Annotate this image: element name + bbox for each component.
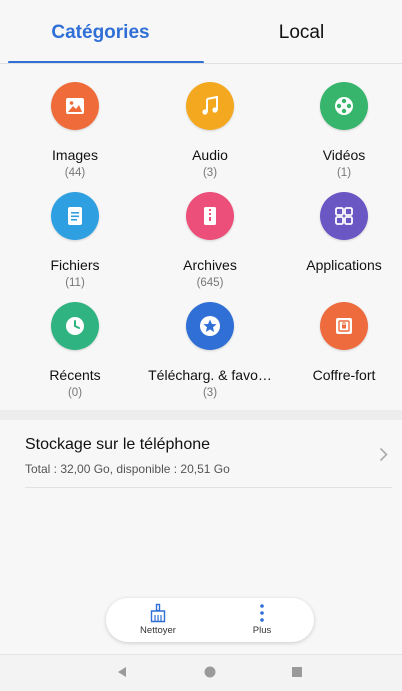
- more-vertical-icon: [260, 604, 264, 622]
- tab-divider: [0, 63, 402, 64]
- chevron-right-icon: [379, 447, 388, 462]
- star-icon: [186, 302, 234, 350]
- category-label: Images: [52, 147, 98, 163]
- category-fichiers[interactable]: Fichiers (11): [8, 192, 142, 289]
- clean-label: Nettoyer: [140, 625, 176, 636]
- category-count: (1): [336, 167, 352, 179]
- category-safe[interactable]: Coffre-fort: [277, 302, 402, 387]
- back-triangle-icon[interactable]: [115, 665, 129, 679]
- music-note-icon: [186, 82, 234, 130]
- apps-grid-icon: [320, 192, 368, 240]
- category-images[interactable]: Images (44): [8, 82, 142, 179]
- category-label: Télécharg. & favo…: [148, 367, 272, 383]
- broom-icon: [150, 603, 166, 623]
- category-downloads-favorites[interactable]: Télécharg. & favo… (3): [143, 302, 277, 399]
- storage-title: Stockage sur le téléphone: [25, 436, 211, 453]
- category-count: (44): [64, 167, 86, 179]
- image-icon: [51, 82, 99, 130]
- category-archives[interactable]: Archives (645): [143, 192, 277, 289]
- archive-icon: [186, 192, 234, 240]
- category-label: Récents: [49, 367, 101, 383]
- category-videos[interactable]: Vidéos (1): [277, 82, 402, 179]
- clean-button[interactable]: Nettoyer: [106, 598, 210, 642]
- category-label: Coffre-fort: [312, 367, 376, 383]
- category-audio[interactable]: Audio (3): [143, 82, 277, 179]
- category-count: (3): [202, 167, 218, 179]
- category-recents[interactable]: Récents (0): [8, 302, 142, 399]
- category-count: (645): [196, 277, 224, 289]
- category-count: (3): [202, 387, 218, 399]
- tab-bar: Catégories Local: [0, 0, 402, 64]
- more-button[interactable]: Plus: [210, 598, 314, 642]
- safe-icon: [320, 302, 368, 350]
- phone-storage-item[interactable]: Stockage sur le téléphone Total : 32,00 …: [0, 420, 402, 488]
- bottom-action-bar: Nettoyer Plus: [106, 598, 314, 642]
- clock-icon: [51, 302, 99, 350]
- section-separator: [0, 410, 402, 420]
- divider: [25, 487, 392, 488]
- film-reel-icon: [320, 82, 368, 130]
- category-count: (0): [67, 387, 83, 399]
- tab-local[interactable]: Local: [201, 22, 402, 44]
- document-icon: [51, 192, 99, 240]
- more-label: Plus: [252, 625, 272, 636]
- category-count: (11): [65, 277, 85, 289]
- recents-square-icon[interactable]: [290, 665, 304, 679]
- category-label: Applications: [306, 257, 382, 273]
- category-label: Fichiers: [50, 257, 100, 273]
- category-label: Vidéos: [322, 147, 366, 163]
- tab-categories[interactable]: Catégories: [0, 22, 201, 44]
- category-label: Archives: [183, 257, 237, 273]
- home-circle-icon[interactable]: [203, 665, 217, 679]
- category-applications[interactable]: Applications: [277, 192, 402, 277]
- category-label: Audio: [192, 147, 228, 163]
- system-navigation-bar: [0, 654, 402, 691]
- storage-subtitle: Total : 32,00 Go, disponible : 20,51 Go: [25, 462, 230, 476]
